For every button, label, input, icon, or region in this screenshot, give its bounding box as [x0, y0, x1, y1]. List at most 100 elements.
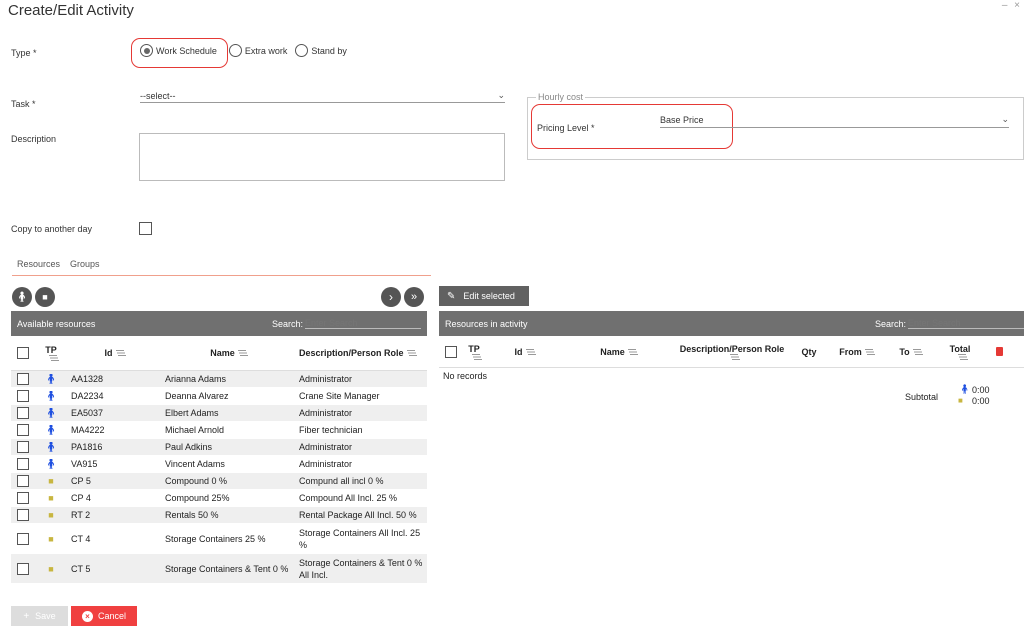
add-person-button[interactable]: 🧍︎: [12, 287, 32, 307]
row-description: Administrator: [299, 459, 353, 469]
col-id[interactable]: Id: [485, 347, 563, 357]
col-tp[interactable]: TP: [463, 344, 485, 360]
activity-search-input[interactable]: [908, 318, 1024, 329]
col-name[interactable]: Name: [563, 347, 673, 357]
table-row[interactable]: 🧍︎ AA1328 Arianna Adams Administrator: [11, 371, 427, 388]
window-controls[interactable]: – ×: [1002, 0, 1022, 11]
table-row[interactable]: 🧍︎ PA1816 Paul Adkins Administrator: [11, 439, 427, 456]
person-icon: 🧍︎: [15, 291, 29, 303]
col-from-label: From: [839, 346, 862, 357]
hourly-cost-legend: Hourly cost: [536, 92, 586, 102]
activity-search: Search:: [875, 318, 1024, 329]
select-all-checkbox[interactable]: [17, 347, 29, 359]
sort-icon: [729, 353, 738, 360]
col-total-label: Total: [949, 343, 971, 354]
row-name: Paul Adkins: [165, 442, 213, 452]
table-row[interactable]: ■ RT 2 Rentals 50 % Rental Package All Incl…: [11, 507, 427, 524]
task-select[interactable]: --select-- ⌄: [140, 89, 505, 103]
tab-resources[interactable]: Resources: [17, 259, 60, 275]
radio-extra-work[interactable]: Extra work: [228, 44, 288, 57]
person-icon: 🧍︎: [44, 407, 58, 419]
description-textarea[interactable]: [139, 133, 505, 181]
row-checkbox[interactable]: [17, 458, 29, 470]
radio-label: Work Schedule: [156, 45, 217, 56]
sort-icon: [115, 350, 124, 356]
radio-label: Extra work: [244, 45, 288, 56]
row-id: CP 4: [71, 493, 91, 503]
col-desc[interactable]: Description/Person Role: [673, 344, 791, 360]
cancel-button[interactable]: × Cancel: [71, 606, 137, 626]
pricing-level-select[interactable]: Base Price ⌄: [660, 112, 1009, 128]
row-checkbox[interactable]: [17, 532, 29, 545]
pencil-icon: ✎: [447, 290, 456, 302]
tab-groups[interactable]: Groups: [70, 259, 100, 275]
col-qty-label: Qty: [801, 346, 817, 357]
col-qty[interactable]: Qty: [791, 347, 827, 357]
available-search-input[interactable]: [305, 318, 421, 329]
row-checkbox[interactable]: [17, 390, 29, 402]
table-row[interactable]: ■ CP 4 Compound 25% Compound All Incl. 25 %: [11, 490, 427, 507]
col-name[interactable]: Name: [161, 348, 295, 358]
row-type-cell: 🧍︎: [35, 459, 67, 470]
row-checkbox[interactable]: [17, 424, 29, 436]
row-type-cell: ■: [35, 564, 67, 574]
col-desc[interactable]: Description/Person Role: [295, 348, 427, 358]
person-icon: 🧍︎: [959, 384, 971, 394]
radio-stand-by[interactable]: Stand by: [295, 44, 347, 57]
row-checkbox[interactable]: [17, 475, 29, 487]
row-select-cell: [11, 492, 35, 504]
row-checkbox[interactable]: [17, 407, 29, 419]
row-checkbox[interactable]: [17, 373, 29, 385]
row-select-cell: [11, 424, 35, 436]
col-id[interactable]: Id: [67, 348, 161, 358]
col-from[interactable]: From: [827, 347, 885, 357]
edit-selected-button[interactable]: ✎ Edit selected: [439, 286, 529, 306]
row-name: Rentals 50 %: [165, 510, 219, 520]
copy-checkbox[interactable]: [139, 222, 152, 235]
close-icon: ×: [81, 610, 93, 622]
col-tp[interactable]: TP: [35, 345, 67, 361]
save-label: Save: [35, 611, 56, 621]
move-selected-button[interactable]: ›: [381, 287, 401, 307]
table-row[interactable]: 🧍︎ MA4222 Michael Arnold Fiber technician: [11, 422, 427, 439]
row-checkbox[interactable]: [17, 562, 29, 575]
row-select-cell: [11, 532, 35, 545]
row-name: Deanna Alvarez: [165, 391, 229, 401]
table-row[interactable]: 🧍︎ EA5037 Elbert Adams Administrator: [11, 405, 427, 422]
available-resources-header: Available resources Search:: [11, 311, 427, 336]
radio-label: Stand by: [311, 45, 347, 56]
radio-work-schedule[interactable]: Work Schedule: [140, 44, 217, 57]
col-to[interactable]: To: [885, 347, 935, 357]
row-type-cell: ■: [35, 476, 67, 486]
col-id-label: Id: [104, 348, 113, 358]
person-icon: 🧍︎: [44, 458, 58, 470]
dialog-title: Create/Edit Activity: [8, 2, 134, 19]
row-name: Michael Arnold: [165, 425, 225, 435]
truck-icon: ■: [48, 533, 54, 544]
row-select-cell: [11, 390, 35, 402]
table-row[interactable]: ■ CT 5 Storage Containers & Tent 0 % Storag…: [11, 554, 427, 584]
row-name: Compound 25%: [165, 493, 230, 503]
col-total[interactable]: Total: [935, 344, 985, 360]
col-id-label: Id: [514, 346, 523, 357]
row-checkbox[interactable]: [17, 509, 29, 521]
sort-icon: [525, 348, 534, 355]
search-label: Search:: [271, 318, 303, 329]
table-row[interactable]: 🧍︎ VA915 Vincent Adams Administrator: [11, 456, 427, 473]
add-equipment-button[interactable]: ■: [35, 287, 55, 307]
row-id: DA2234: [71, 391, 104, 401]
trash-icon[interactable]: [995, 347, 1003, 356]
table-row[interactable]: 🧍︎ DA2234 Deanna Alvarez Crane Site Manager: [11, 388, 427, 405]
table-row[interactable]: ■ CT 4 Storage Containers 25 % Storage Cont…: [11, 524, 427, 554]
select-all-checkbox[interactable]: [445, 345, 457, 358]
task-label: Task *: [11, 99, 36, 109]
row-checkbox[interactable]: [17, 441, 29, 453]
row-checkbox[interactable]: [17, 492, 29, 504]
save-button[interactable]: + Save: [11, 606, 68, 626]
resource-tabs: Resources Groups: [12, 259, 431, 276]
table-row[interactable]: ■ CP 5 Compound 0 % Compund all incl 0 %: [11, 473, 427, 490]
truck-icon: ■: [42, 292, 48, 302]
row-type-cell: ■: [35, 493, 67, 503]
cancel-label: Cancel: [97, 611, 126, 621]
move-all-button[interactable]: »: [404, 287, 424, 307]
